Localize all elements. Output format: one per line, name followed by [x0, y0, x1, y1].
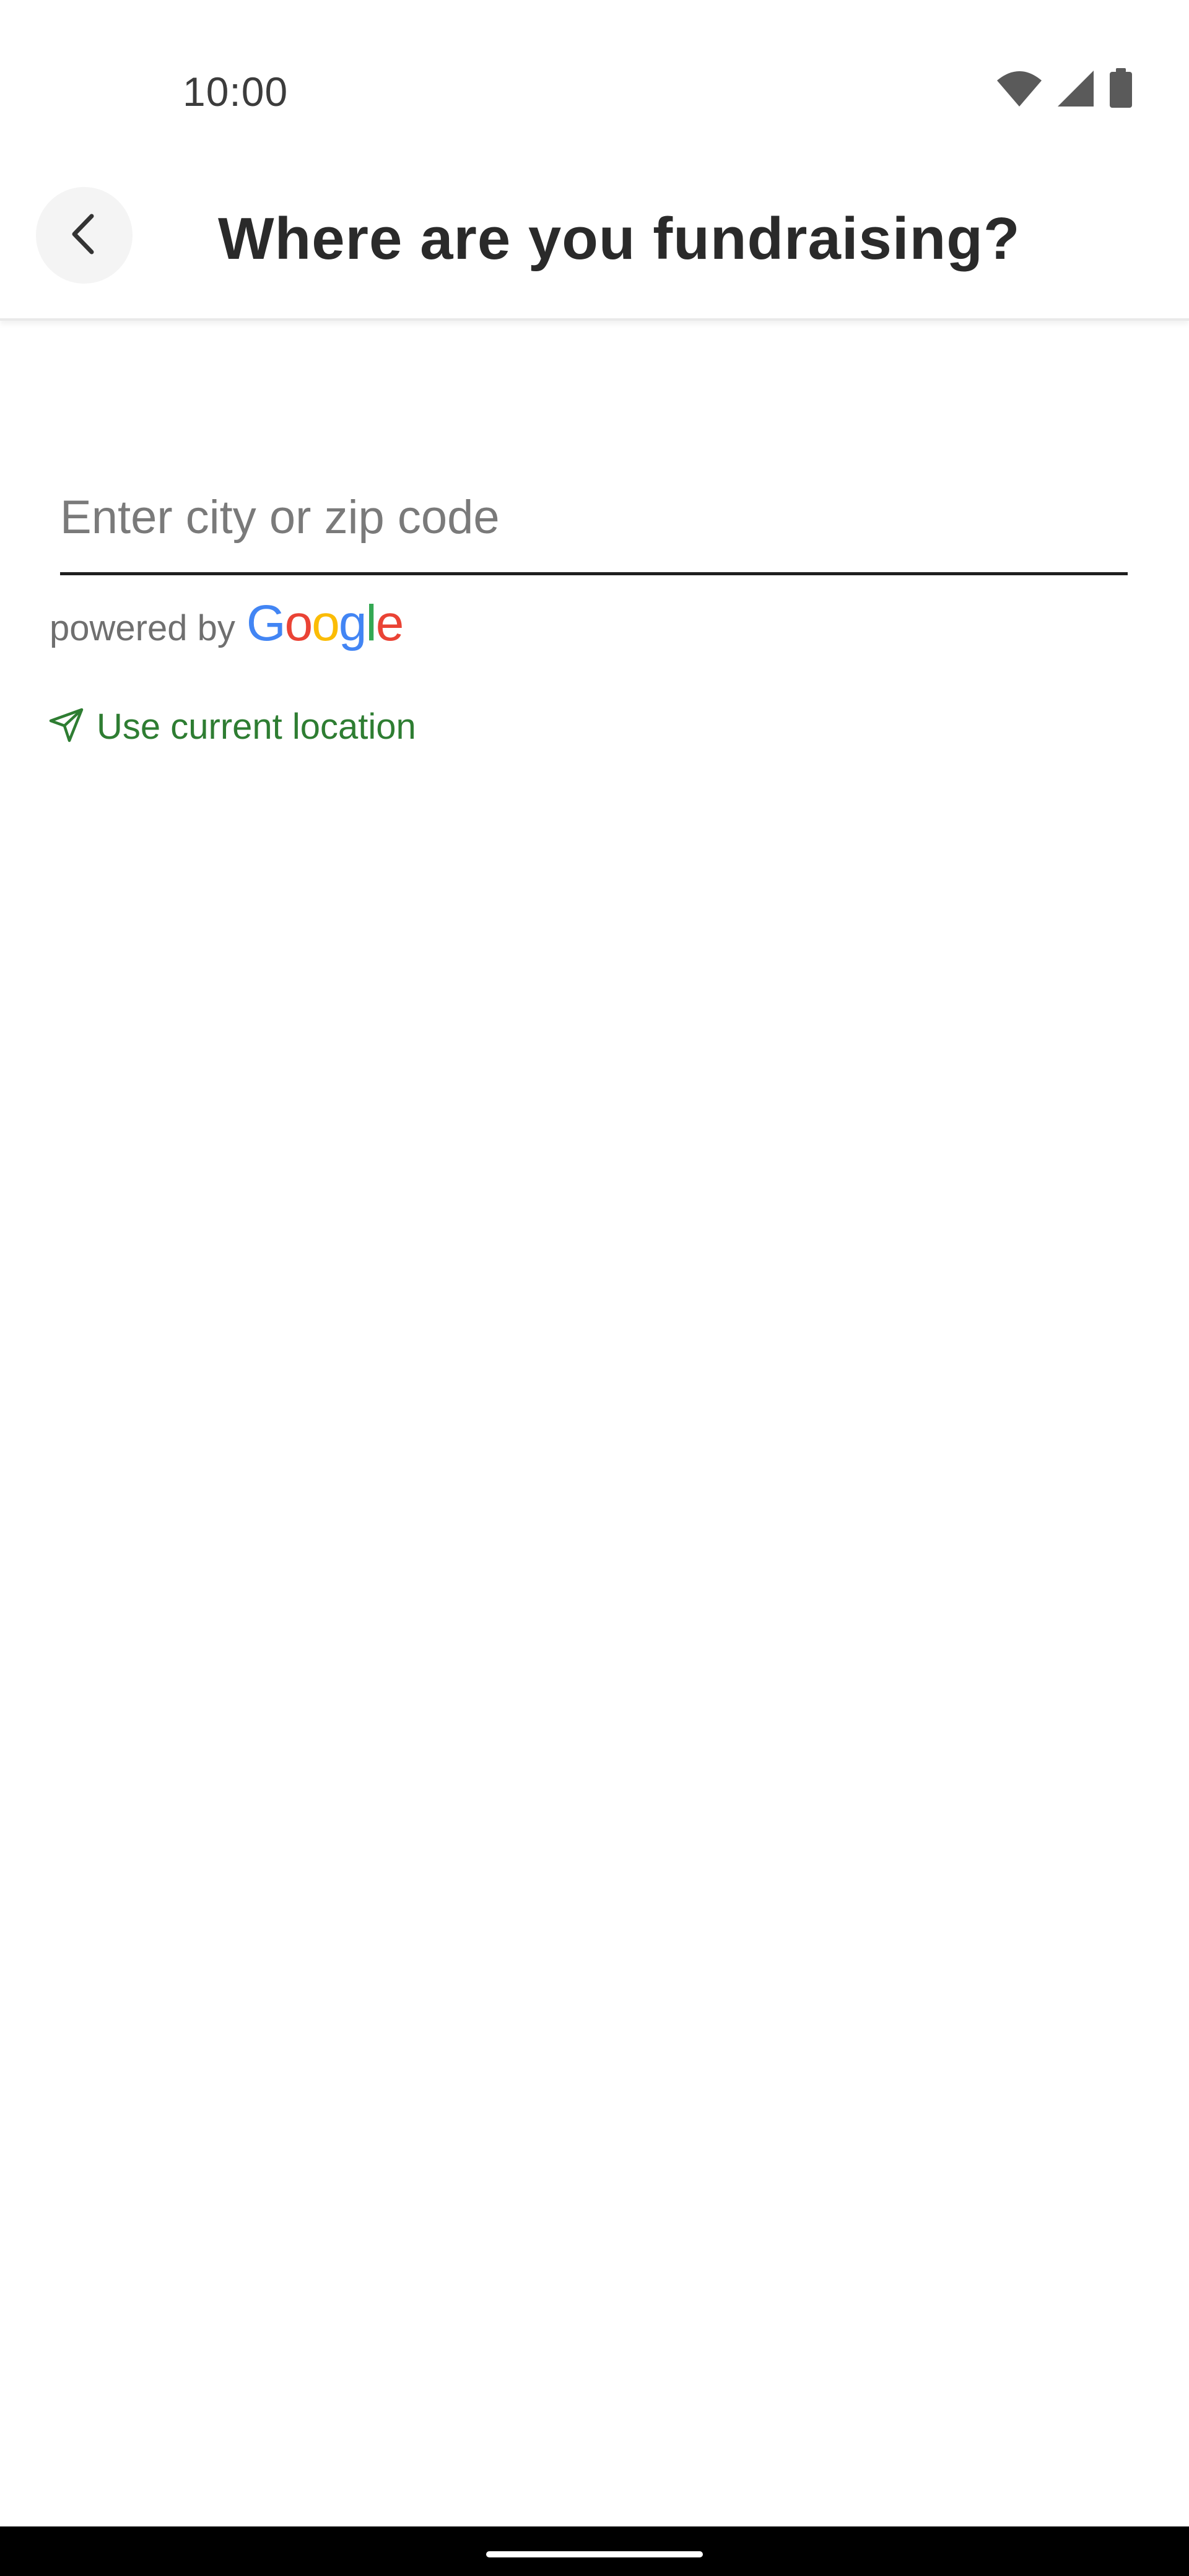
google-logo-letter: l — [365, 595, 377, 651]
google-attribution: powered by Google — [50, 594, 404, 653]
use-current-location-button[interactable]: Use current location — [48, 706, 416, 747]
google-logo-letter: e — [375, 595, 404, 651]
screen: 10:00 Where are you fundraising? Enter c… — [0, 0, 1189, 2576]
use-current-location-label: Use current location — [97, 707, 416, 747]
google-logo-letter: g — [338, 595, 367, 651]
home-gesture-handle[interactable] — [486, 2551, 703, 2557]
google-logo: Google — [246, 594, 404, 653]
navigation-arrow-icon — [48, 707, 84, 746]
google-logo-letter: o — [311, 595, 340, 651]
status-time: 10:00 — [183, 69, 289, 115]
app-bar: Where are you fundraising? — [0, 180, 1189, 321]
google-logo-letter: G — [246, 595, 286, 651]
google-logo-letter: o — [284, 595, 313, 651]
search-input[interactable] — [60, 483, 1128, 551]
page-title: Where are you fundraising? — [218, 206, 1021, 272]
back-button[interactable] — [36, 187, 133, 284]
wifi-icon — [996, 69, 1043, 111]
system-nav-bar — [0, 2526, 1189, 2576]
search-field — [60, 458, 1128, 575]
powered-by-label: powered by — [50, 608, 235, 648]
chevron-left-icon — [66, 212, 103, 259]
status-bar: 10:00 — [0, 0, 1189, 180]
battery-icon — [1108, 68, 1133, 112]
cellular-signal-icon — [1056, 69, 1095, 111]
status-icons — [996, 68, 1133, 112]
